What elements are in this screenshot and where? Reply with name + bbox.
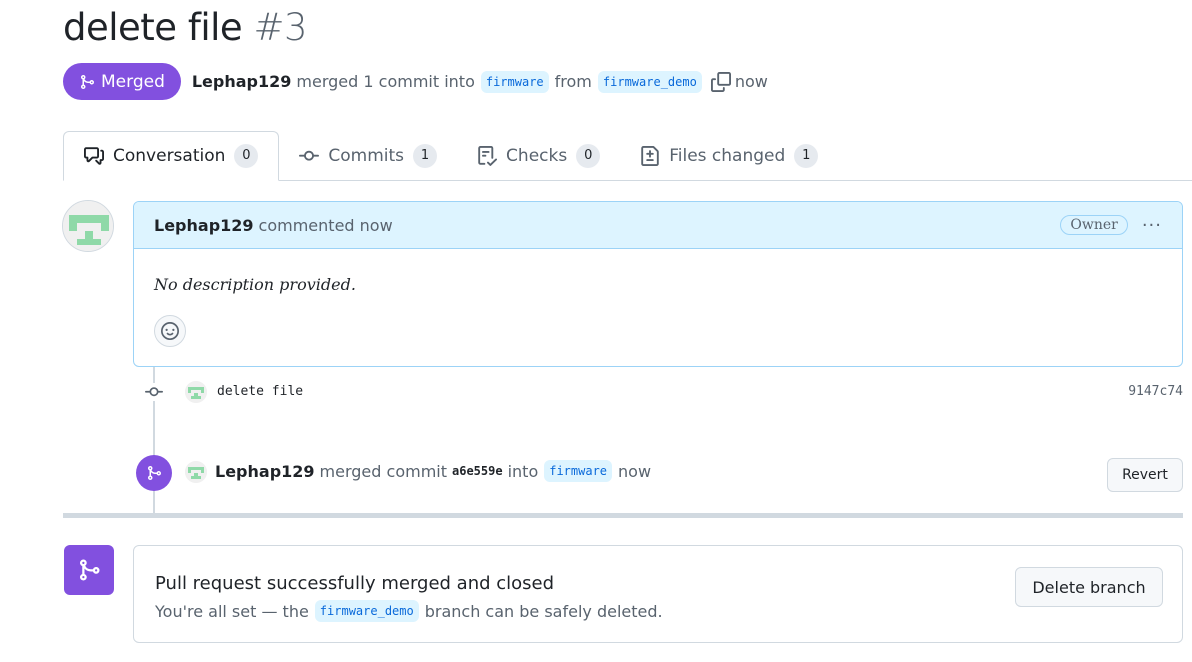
timeline-separator xyxy=(63,513,1183,518)
merged-sub-after: branch can be safely deleted. xyxy=(424,601,663,621)
pr-action-text: merged 1 commit into xyxy=(296,72,475,91)
tab-files-changed-label: Files changed xyxy=(669,146,786,166)
merged-status-title: Pull request successfully merged and clo… xyxy=(155,573,555,594)
merge-commit-sha-link[interactable]: a6e559e xyxy=(452,464,503,478)
merge-branch-chip[interactable]: firmware xyxy=(544,460,613,482)
pr-tabs: Conversation 0 Commits 1 Checks 0 Files … xyxy=(63,131,1192,181)
merge-event-time: now xyxy=(618,461,652,481)
merge-event-text: Lephap129 merged commit a6e559e into fir… xyxy=(215,460,651,482)
pr-title-text: delete file xyxy=(63,6,243,49)
merge-event-text1: merged commit xyxy=(319,461,447,481)
from-text: from xyxy=(554,72,592,91)
merged-sub-before: You're all set — the xyxy=(155,601,309,621)
merge-author-link[interactable]: Lephap129 xyxy=(215,462,315,481)
checklist-icon xyxy=(478,146,498,166)
merged-branch-chip[interactable]: firmware_demo xyxy=(314,600,419,622)
commit-author-avatar[interactable] xyxy=(185,381,207,403)
pr-time: now xyxy=(734,72,768,91)
commit-icon xyxy=(299,150,320,161)
commit-sha-link[interactable]: 9147c74 xyxy=(1128,384,1183,399)
revert-button[interactable]: Revert xyxy=(1107,458,1183,492)
merged-status-icon xyxy=(64,545,114,595)
smiley-icon xyxy=(161,322,179,340)
git-merge-icon xyxy=(81,74,95,89)
pr-number: #3 xyxy=(253,6,307,49)
tab-checks-count: 0 xyxy=(576,144,601,168)
copy-icon[interactable] xyxy=(710,71,731,92)
tab-conversation-count: 0 xyxy=(234,144,259,168)
comment-action: commented now xyxy=(258,215,393,235)
delete-branch-button[interactable]: Delete branch xyxy=(1015,567,1163,607)
head-branch-chip[interactable]: firmware_demo xyxy=(597,70,702,93)
tab-checks-label: Checks xyxy=(506,146,568,166)
owner-badge: Owner xyxy=(1060,215,1128,235)
commit-node-icon xyxy=(143,383,165,401)
tab-commits-count: 1 xyxy=(413,144,438,168)
comment-author-avatar[interactable] xyxy=(62,200,114,252)
tab-files-changed-count: 1 xyxy=(794,144,819,168)
comment-body: No description provided. xyxy=(154,275,356,294)
merged-status-subtitle: You're all set — the firmware_demo branc… xyxy=(155,600,663,622)
merge-author-avatar[interactable] xyxy=(185,461,207,483)
file-diff-icon xyxy=(641,146,659,166)
pr-meta: Merged Lephap129 merged 1 commit into fi… xyxy=(63,63,768,100)
tab-files-changed[interactable]: Files changed 1 xyxy=(620,131,838,181)
tab-commits[interactable]: Commits 1 xyxy=(279,131,457,181)
state-label: Merged xyxy=(101,71,165,92)
tab-checks[interactable]: Checks 0 xyxy=(457,131,620,181)
comment-author-link[interactable]: Lephap129 xyxy=(154,216,254,235)
add-reaction-button[interactable] xyxy=(154,315,186,347)
pr-title: delete file #3 xyxy=(63,6,307,49)
tab-commits-label: Commits xyxy=(328,146,405,166)
pr-comment: Lephap129 commented now Owner ··· No des… xyxy=(133,201,1183,367)
kebab-menu-icon[interactable]: ··· xyxy=(1142,215,1162,236)
comment-header: Lephap129 commented now Owner ··· xyxy=(134,202,1182,249)
commit-message-link[interactable]: delete file xyxy=(217,384,303,399)
pr-author-link[interactable]: Lephap129 xyxy=(192,72,292,91)
comment-discussion-icon xyxy=(84,147,104,165)
merged-status-box: Pull request successfully merged and clo… xyxy=(133,545,1183,643)
merge-event-icon xyxy=(136,455,172,491)
tab-conversation[interactable]: Conversation 0 xyxy=(63,131,280,181)
merge-event-text2: into xyxy=(507,461,539,481)
merged-state-badge: Merged xyxy=(63,63,181,100)
base-branch-chip[interactable]: firmware xyxy=(480,70,549,93)
tab-conversation-label: Conversation xyxy=(113,146,226,166)
